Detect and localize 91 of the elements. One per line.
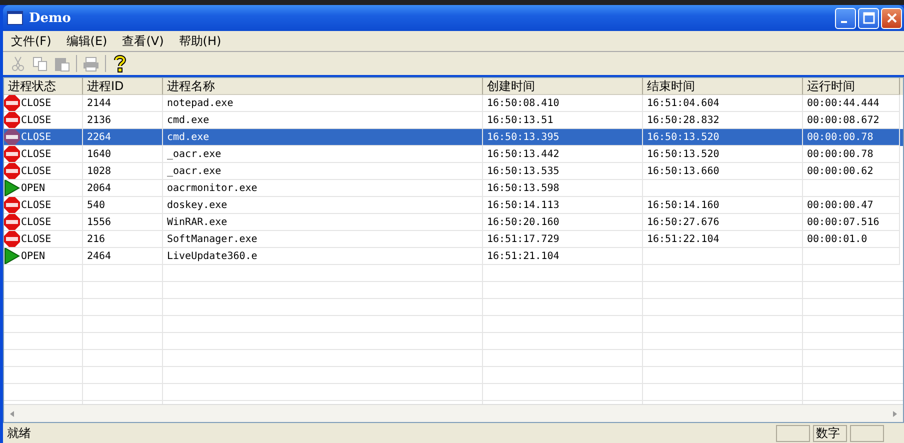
table-cell: cmd.exe [167, 132, 210, 142]
table-row[interactable]: OPEN 2464 LiveUpdate360.e 16:51:21.104 [4, 248, 903, 265]
table-cell: 1640 [87, 148, 112, 160]
status-pane [850, 424, 884, 442]
table-cell: 2264 [87, 132, 112, 142]
table-cell: 16:51:17.729 [487, 234, 560, 244]
table-cell: 2144 [87, 98, 112, 108]
column-header[interactable]: 进程名称 [163, 78, 483, 95]
table-cell: cmd.exe [167, 114, 210, 126]
table-cell: CLOSE [21, 200, 52, 210]
menu-item[interactable]: 帮助(H) [170, 32, 228, 50]
table-row[interactable]: CLOSE 216 SoftManager.exe 16:51:17.729 16:51:22.104 00:00:01.0 [4, 231, 903, 248]
table-cell: 16:50:08.410 [487, 98, 560, 108]
table-cell: SoftManager.exe [167, 234, 258, 244]
table-cell: 16:50:13.535 [487, 166, 560, 176]
table-row[interactable]: CLOSE 2264 cmd.exe 16:50:13.395 16:50:13.520 00:00:00.78 [4, 129, 903, 146]
table-cell: 16:51:04.604 [647, 98, 720, 108]
table-row[interactable]: CLOSE 2144 notepad.exe 16:50:08.410 16:51:04.604 00:00:44.444 [4, 95, 903, 112]
window-title: Demo [29, 10, 71, 26]
table-cell: 16:50:14.160 [647, 200, 720, 210]
table-cell: 540 [87, 200, 106, 210]
table-cell: 16:50:27.676 [647, 216, 720, 228]
scroll-right-icon[interactable] [891, 410, 899, 418]
table-cell: 00:00:01.0 [807, 234, 868, 244]
column-header[interactable]: 创建时间 [483, 78, 643, 95]
menu-item[interactable]: 查看(V) [114, 32, 171, 50]
minimize-icon [841, 21, 847, 23]
table-cell: 16:50:13.660 [647, 166, 720, 176]
status-pane [776, 424, 810, 442]
minimize-button[interactable] [835, 8, 856, 28]
play-icon [4, 180, 20, 196]
table-cell: 1556 [87, 216, 112, 228]
menu-item[interactable]: 编辑(E) [58, 32, 114, 50]
table-cell: _oacr.exe [167, 166, 222, 176]
table-cell: CLOSE [21, 148, 52, 160]
table-cell: 16:50:14.113 [487, 200, 560, 210]
table-cell: 00:00:00.78 [807, 132, 874, 142]
table-cell: doskey.exe [167, 200, 228, 210]
table-cell: CLOSE [21, 132, 52, 142]
table-cell: CLOSE [21, 114, 52, 126]
table-cell: WinRAR.exe [167, 216, 228, 228]
table-cell: 2136 [87, 114, 112, 126]
table-cell: 00:00:00.78 [807, 148, 874, 160]
close-icon [886, 12, 898, 24]
menu-item[interactable]: 文件(F) [3, 32, 58, 50]
table-cell: 16:51:22.104 [647, 234, 720, 244]
status-indicator: 数字 [813, 424, 847, 442]
table-cell: LiveUpdate360.e [167, 250, 258, 262]
table-cell: 16:50:28.832 [647, 114, 720, 126]
table-row[interactable]: CLOSE 1028 _oacr.exe 16:50:13.535 16:50:13.660 00:00:00.62 [4, 163, 903, 180]
table-row[interactable]: CLOSE 1640 _oacr.exe 16:50:13.442 16:50:13.520 00:00:00.78 [4, 146, 903, 163]
table-row[interactable]: OPEN 2064 oacrmonitor.exe 16:50:13.598 [4, 180, 903, 197]
scroll-left-icon[interactable] [8, 410, 16, 418]
table-cell: 16:50:13.395 [487, 132, 560, 142]
column-header[interactable]: 进程ID [83, 78, 163, 95]
table-cell: oacrmonitor.exe [167, 182, 258, 194]
maximize-button[interactable] [858, 8, 879, 28]
maximize-icon [862, 12, 874, 24]
column-header[interactable]: 结束时间 [643, 78, 803, 95]
table-cell: 16:50:13.520 [647, 132, 720, 142]
column-header[interactable]: 进程状态 [4, 78, 83, 95]
table-cell: 00:00:00.47 [807, 200, 874, 210]
table-cell: 16:50:20.160 [487, 216, 560, 228]
table-cell: 00:00:00.62 [807, 166, 874, 176]
table-cell: CLOSE [21, 98, 52, 108]
table-cell: notepad.exe [167, 98, 234, 108]
table-cell: CLOSE [21, 234, 52, 244]
table-cell: 16:50:13.51 [487, 114, 554, 126]
table-cell: _oacr.exe [167, 148, 222, 160]
table-cell: 00:00:07.516 [807, 216, 880, 228]
window-icon [7, 11, 23, 25]
table-cell: 1028 [87, 166, 112, 176]
table-row[interactable]: CLOSE 540 doskey.exe 16:50:14.113 16:50:14.160 00:00:00.47 [4, 197, 903, 214]
table-cell: CLOSE [21, 166, 52, 176]
horizontal-scrollbar[interactable] [4, 404, 903, 422]
table-cell: 16:50:13.598 [487, 182, 560, 194]
table-cell: 00:00:44.444 [807, 98, 880, 108]
table-cell: OPEN [21, 250, 46, 262]
table-cell: 2064 [87, 182, 112, 194]
table-cell: 16:51:21.104 [487, 250, 560, 262]
table-cell: 216 [87, 234, 106, 244]
column-header[interactable]: 运行时间 [803, 78, 900, 95]
table-cell: OPEN [21, 182, 46, 194]
table-cell: 00:00:08.672 [807, 114, 880, 126]
table-cell: 16:50:13.442 [487, 148, 560, 160]
table-cell: 16:50:13.520 [647, 148, 720, 160]
close-button[interactable] [881, 8, 902, 28]
table-cell: CLOSE [21, 216, 52, 228]
table-cell: 2464 [87, 250, 112, 262]
table-row[interactable]: CLOSE 1556 WinRAR.exe 16:50:20.160 16:50:27.676 00:00:07.516 [4, 214, 903, 231]
status-message: 就绪 [6, 424, 32, 442]
